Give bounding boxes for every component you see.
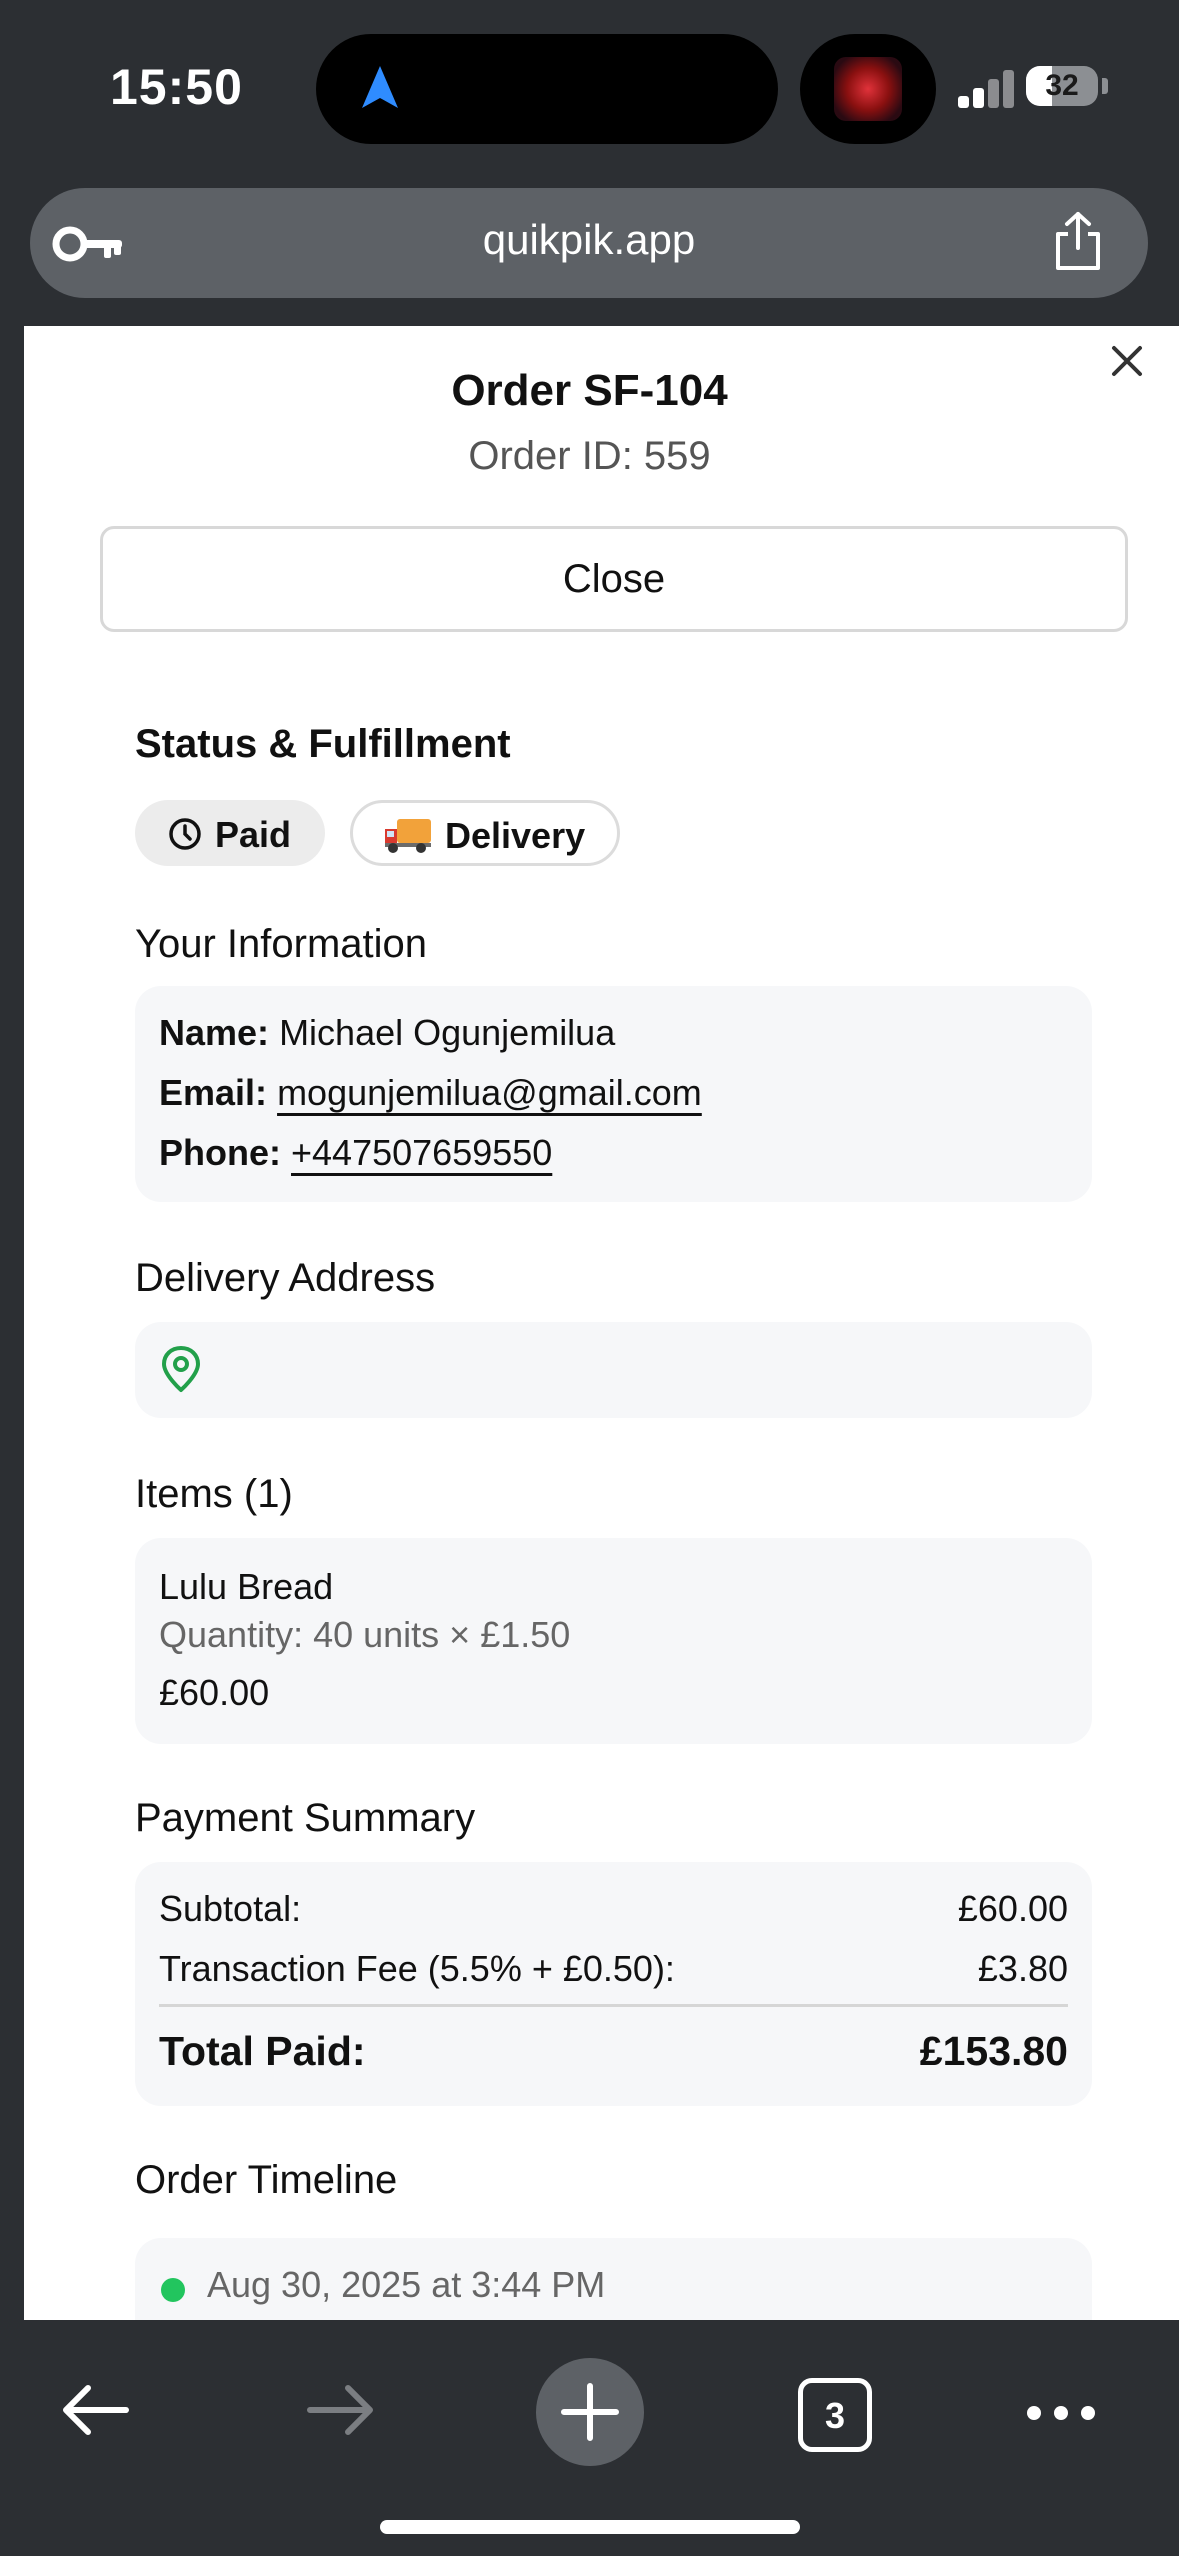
fulfillment-badge: Delivery	[350, 800, 620, 866]
browser-toolbar: 3	[0, 2320, 1179, 2556]
navigation-arrow-icon	[362, 66, 398, 108]
name-label: Name:	[159, 1012, 270, 1053]
subtotal-row: Subtotal: £60.00	[159, 1888, 1068, 1930]
payment-heading: Payment Summary	[135, 1796, 476, 1840]
location-pin-icon	[162, 1346, 200, 1392]
home-indicator[interactable]	[380, 2520, 800, 2534]
phone-link[interactable]: +447507659550	[291, 1132, 552, 1173]
subtotal-value: £60.00	[957, 1888, 1068, 1929]
customer-phone-row: Phone: +447507659550	[159, 1132, 552, 1174]
delivery-heading: Delivery Address	[135, 1256, 436, 1300]
tabs-button[interactable]: 3	[798, 2378, 872, 2452]
customer-email-row: Email: mogunjemilua@gmail.com	[159, 1072, 702, 1114]
item-price: £60.00	[159, 1672, 270, 1713]
customer-name-row: Name: Michael Ogunjemilua	[159, 1012, 615, 1054]
order-title: Order SF-104	[451, 366, 728, 415]
page-viewport: Order SF-104 Order ID: 559 Close Status …	[0, 326, 1179, 2320]
status-bar: 15:50 32 quikpik.app	[0, 0, 1179, 298]
dynamic-island	[316, 34, 778, 144]
item-name: Lulu Bread	[159, 1566, 334, 1607]
timeline-event: Aug 30, 2025 at 3:44 PM	[135, 2238, 1092, 2320]
total-row: Total Paid: £153.80	[159, 2028, 1068, 2075]
tab-count: 3	[824, 2395, 846, 2436]
total-value: £153.80	[919, 2028, 1068, 2074]
divider	[159, 2004, 1068, 2007]
payment-status-badge: Paid	[135, 800, 325, 866]
share-icon[interactable]	[1048, 210, 1108, 272]
new-tab-icon[interactable]	[534, 2356, 646, 2468]
phone-label: Phone:	[159, 1132, 281, 1173]
email-link[interactable]: mogunjemilua@gmail.com	[277, 1072, 702, 1113]
customer-name: Michael Ogunjemilua	[279, 1012, 616, 1053]
clock-time: 15:50	[110, 59, 243, 115]
payment-status-label: Paid	[215, 814, 292, 855]
fee-row: Transaction Fee (5.5% + £0.50): £3.80	[159, 1948, 1068, 1990]
total-label: Total Paid:	[159, 2028, 366, 2074]
battery-level: 32	[1045, 69, 1079, 102]
status-heading: Status & Fulfillment	[135, 722, 511, 766]
back-icon[interactable]	[58, 2382, 132, 2438]
email-label: Email:	[159, 1072, 268, 1113]
timeline-date: Aug 30, 2025 at 3:44 PM	[207, 2264, 606, 2305]
status-dot-icon	[161, 2278, 185, 2302]
close-button[interactable]: Close	[100, 526, 1128, 632]
item-quantity: Quantity: 40 units × £1.50	[159, 1614, 571, 1655]
delivery-address-card	[135, 1322, 1092, 1418]
album-art-icon	[834, 57, 902, 121]
fulfillment-label: Delivery	[445, 815, 586, 856]
delivery-truck-icon	[385, 819, 431, 853]
cellular-signal-icon	[958, 66, 1016, 108]
battery-icon: 32	[1026, 66, 1098, 106]
timeline-heading: Order Timeline	[135, 2158, 398, 2202]
fee-value: £3.80	[977, 1948, 1068, 1989]
url-text[interactable]: quikpik.app	[30, 216, 1148, 264]
more-icon[interactable]	[1024, 2400, 1098, 2426]
order-id: Order ID: 559	[468, 434, 711, 478]
items-heading: Items (1)	[135, 1472, 293, 1516]
list-item: Lulu Bread Quantity: 40 units × £1.50 £6…	[135, 1538, 1092, 1744]
subtotal-label: Subtotal:	[159, 1888, 302, 1929]
address-bar[interactable]: quikpik.app	[30, 188, 1148, 298]
forward-icon[interactable]	[304, 2382, 378, 2438]
background-page-edge	[0, 326, 24, 2320]
fee-label: Transaction Fee (5.5% + £0.50):	[159, 1948, 675, 1989]
customer-info-card: Name: Michael Ogunjemilua Email: mogunje…	[135, 986, 1092, 1202]
customer-heading: Your Information	[135, 922, 428, 966]
payment-summary-card: Subtotal: £60.00 Transaction Fee (5.5% +…	[135, 1862, 1092, 2106]
clock-icon	[169, 818, 201, 850]
live-activity-thumbnail	[800, 34, 936, 144]
